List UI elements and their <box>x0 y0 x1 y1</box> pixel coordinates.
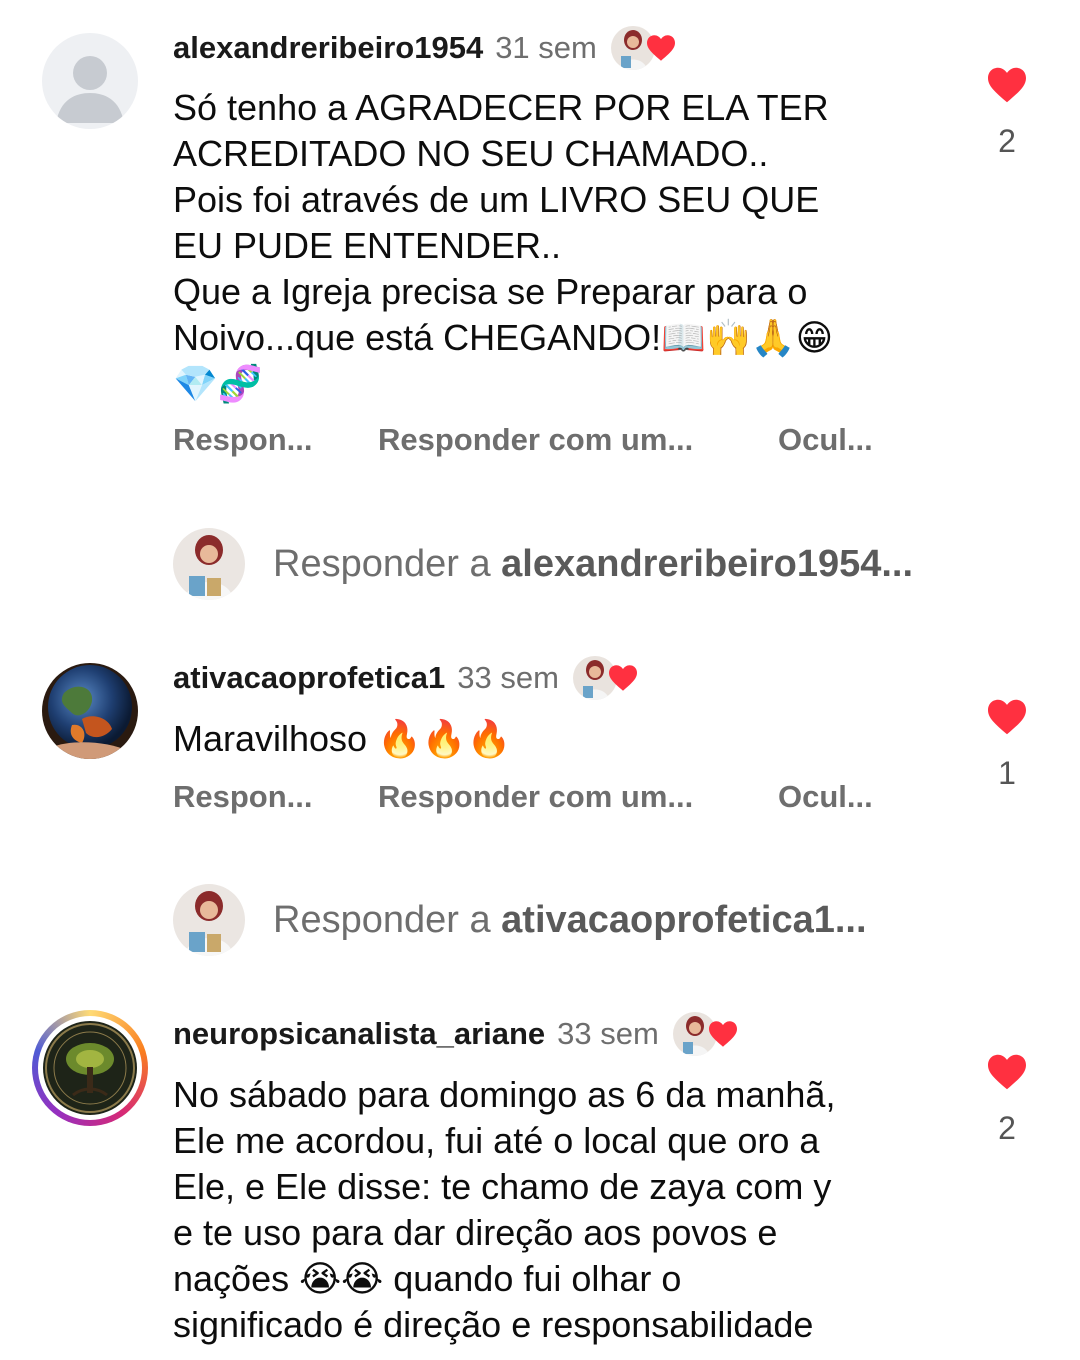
hide-button[interactable]: Ocul... <box>778 779 873 815</box>
heart-icon[interactable] <box>986 698 1028 736</box>
default-avatar[interactable] <box>42 33 138 129</box>
reply-prefix: Responder a <box>273 898 502 941</box>
reply-composer[interactable]: Responder a alexandreribeiro1954... <box>173 528 913 600</box>
user-avatar <box>43 1021 137 1115</box>
comment-text: No sábado para domingo as 6 da manhã, El… <box>173 1074 836 1345</box>
comment-username[interactable]: ativacaoprofetica1 <box>173 660 445 696</box>
like-column: 2 <box>968 1053 1046 1147</box>
author-liked-badge <box>572 654 637 702</box>
reply-prefix: Responder a <box>273 542 502 585</box>
comment-username[interactable]: alexandreribeiro1954 <box>173 30 483 66</box>
like-column: 2 <box>968 66 1046 160</box>
like-column: 1 <box>968 698 1046 792</box>
comment-text: Maravilhoso 🔥🔥🔥 <box>173 718 512 759</box>
comment-time: 33 sem <box>457 660 559 695</box>
reply-placeholder[interactable]: Responder a ativacaoprofetica1... <box>273 899 867 942</box>
comment-text: Só tenho a AGRADECER POR ELA TER ACREDIT… <box>173 87 834 404</box>
heart-icon[interactable] <box>986 1053 1028 1091</box>
reply-placeholder[interactable]: Responder a alexandreribeiro1954... <box>273 543 913 586</box>
comment-time: 31 sem <box>495 30 597 65</box>
heart-icon[interactable] <box>986 66 1028 104</box>
like-count: 2 <box>998 123 1016 159</box>
reply-composer[interactable]: Responder a ativacaoprofetica1... <box>173 884 867 956</box>
author-avatar <box>173 884 245 956</box>
story-ring[interactable] <box>32 1010 148 1126</box>
author-liked-badge <box>672 1010 737 1058</box>
heart-icon <box>608 665 637 691</box>
comment-time: 33 sem <box>557 1016 659 1051</box>
heart-icon <box>646 35 675 61</box>
author-avatar <box>173 528 245 600</box>
person-silhouette-icon <box>56 56 124 123</box>
reply-with-sticker-button[interactable]: Responder com um... <box>378 779 778 815</box>
author-liked-badge <box>610 24 675 72</box>
like-count: 2 <box>998 1110 1016 1146</box>
comment-header: ativacaoprofetica1 33 sem <box>173 654 637 702</box>
hide-button[interactable]: Ocul... <box>778 422 873 458</box>
comment-username[interactable]: neuropsicanalista_ariane <box>173 1016 545 1052</box>
reply-button[interactable]: Respon... <box>173 779 378 815</box>
reply-with-sticker-button[interactable]: Responder com um... <box>378 422 778 458</box>
comment-header: neuropsicanalista_ariane 33 sem <box>173 1010 737 1058</box>
like-count: 1 <box>998 755 1016 791</box>
comment-actions: Respon... Responder com um... Ocul... <box>173 779 873 815</box>
comment-actions: Respon... Responder com um... Ocul... <box>173 422 873 458</box>
comment-header: alexandreribeiro1954 31 sem <box>173 24 675 72</box>
reply-target-username: ativacaoprofetica1... <box>501 898 867 941</box>
user-avatar[interactable] <box>42 663 138 759</box>
reply-button[interactable]: Respon... <box>173 422 378 458</box>
heart-icon <box>708 1021 737 1047</box>
reply-target-username: alexandreribeiro1954... <box>501 542 914 585</box>
